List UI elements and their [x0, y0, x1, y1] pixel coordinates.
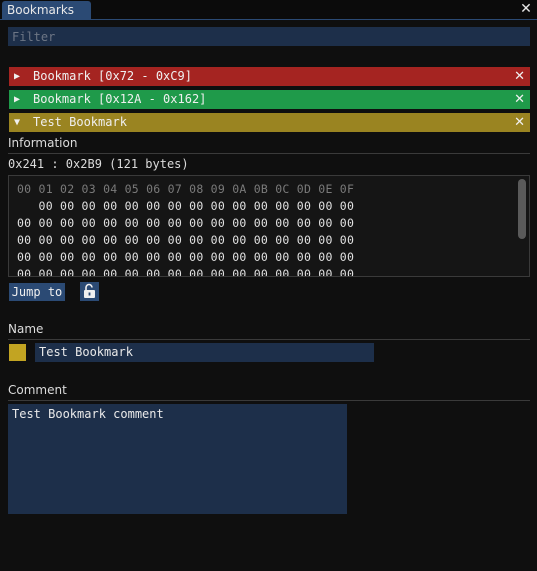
remove-bookmark-icon[interactable]: ✕	[514, 67, 525, 86]
name-input[interactable]: Test Bookmark	[35, 343, 374, 362]
remove-bookmark-icon[interactable]: ✕	[514, 90, 525, 109]
divider	[8, 153, 530, 154]
hex-row: 00 00 00 00 00 00 00 00 00 00 00 00 00 0…	[17, 216, 355, 230]
tab-bookmarks[interactable]: Bookmarks	[2, 1, 91, 19]
hex-preview[interactable]: 00 01 02 03 04 05 06 07 08 09 0A 0B 0C 0…	[8, 175, 530, 277]
lock-toggle-button[interactable]	[80, 282, 99, 301]
address-range: 0x241 : 0x2B9 (121 bytes)	[8, 157, 189, 171]
comment-heading: Comment	[8, 383, 67, 397]
collapsed-arrow-icon: ▶	[14, 94, 21, 105]
collapsed-arrow-icon: ▶	[14, 71, 21, 82]
bookmark-label: Test Bookmark	[33, 115, 127, 129]
bookmark-header-3[interactable]: ▼ Test Bookmark ✕	[9, 113, 530, 132]
filter-input[interactable]	[8, 27, 530, 46]
expanded-arrow-icon: ▼	[14, 117, 21, 128]
close-window-icon[interactable]: ✕	[519, 1, 533, 17]
divider	[8, 339, 530, 340]
remove-bookmark-icon[interactable]: ✕	[514, 113, 525, 132]
hex-row: 00 00 00 00 00 00 00 00 00 00 00 00 00 0…	[17, 267, 355, 277]
jump-to-button[interactable]: Jump to	[9, 283, 65, 301]
divider	[8, 400, 530, 401]
comment-textarea[interactable]: Test Bookmark comment	[8, 404, 347, 514]
bookmark-label: Bookmark [0x12A - 0x162]	[33, 92, 207, 106]
bookmark-header-1[interactable]: ▶ Bookmark [0x72 - 0xC9] ✕	[9, 67, 530, 86]
name-heading: Name	[8, 322, 44, 336]
hex-row: 00 00 00 00 00 00 00 00 00 00 00 00 00 0…	[17, 233, 355, 247]
bookmark-label: Bookmark [0x72 - 0xC9]	[33, 69, 192, 83]
hex-column-header: 00 01 02 03 04 05 06 07 08 09 0A 0B 0C 0…	[17, 182, 355, 196]
bookmark-color-swatch[interactable]	[9, 344, 26, 361]
hex-row: 00 00 00 00 00 00 00 00 00 00 00 00 00 0…	[17, 250, 355, 264]
hex-scrollbar[interactable]	[517, 177, 528, 275]
bookmark-header-2[interactable]: ▶ Bookmark [0x12A - 0x162] ✕	[9, 90, 530, 109]
window-titlebar: Bookmarks ✕	[0, 0, 537, 20]
information-heading: Information	[8, 136, 78, 150]
unlock-icon	[84, 283, 95, 298]
scrollbar-thumb[interactable]	[518, 179, 526, 239]
hex-row: 00 00 00 00 00 00 00 00 00 00 00 00 00 0…	[17, 199, 355, 213]
bookmarks-window: Bookmarks ✕ ▶ Bookmark [0x72 - 0xC9] ✕ ▶…	[0, 0, 537, 571]
